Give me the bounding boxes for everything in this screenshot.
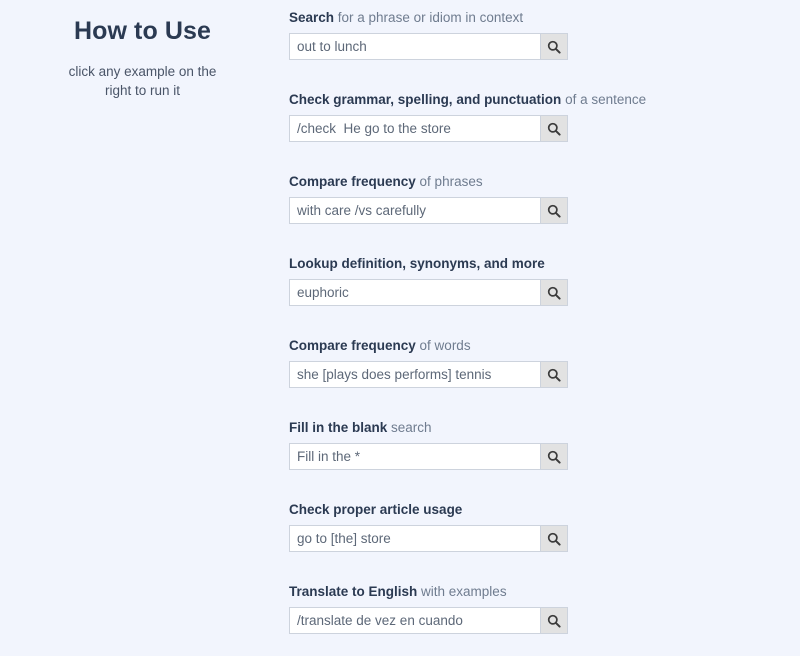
search-input[interactable]	[290, 34, 540, 59]
example-search-box	[289, 525, 568, 552]
search-icon	[547, 450, 561, 464]
example-label: Check grammar, spelling, and punctuation…	[289, 91, 749, 108]
examples-list: Search for a phrase or idiom in context …	[289, 0, 749, 656]
example-label-strong: Translate to English	[289, 584, 418, 599]
search-button[interactable]	[540, 444, 567, 469]
example-label-light: search	[387, 420, 432, 435]
search-input[interactable]	[290, 444, 540, 469]
example-label-strong: Compare frequency	[289, 338, 416, 353]
search-button[interactable]	[540, 198, 567, 223]
how-to-use-page: How to Use click any example on the righ…	[0, 0, 800, 644]
search-button[interactable]	[540, 608, 567, 633]
example-row: Check proper article usage	[289, 492, 749, 574]
search-button[interactable]	[540, 116, 567, 141]
search-input[interactable]	[290, 198, 540, 223]
example-label-light: of words	[415, 338, 471, 353]
search-icon	[547, 40, 561, 54]
example-search-box	[289, 607, 568, 634]
example-label-strong: Search	[289, 10, 335, 25]
example-label: Check proper article usage	[289, 501, 749, 518]
example-row: Compare frequency of words	[289, 328, 749, 410]
example-label-strong: Fill in the blank	[289, 420, 388, 435]
example-label: Lookup definition, synonyms, and more	[289, 255, 749, 272]
search-button[interactable]	[540, 34, 567, 59]
example-search-box	[289, 115, 568, 142]
search-icon	[547, 614, 561, 628]
example-label-strong: Lookup definition, synonyms, and more	[289, 256, 545, 271]
example-label: Fill in the blank search	[289, 419, 749, 436]
example-label: Compare frequency of phrases	[289, 173, 749, 190]
example-search-box	[289, 33, 568, 60]
search-icon	[547, 368, 561, 382]
search-icon	[547, 286, 561, 300]
example-search-box	[289, 279, 568, 306]
example-label: Compare frequency of words	[289, 337, 749, 354]
page-subtitle: click any example on the right to run it	[68, 64, 217, 98]
how-to-use-panel: How to Use click any example on the righ…	[0, 0, 285, 100]
example-label-strong: Check grammar, spelling, and punctuation	[289, 92, 562, 107]
search-icon	[547, 122, 561, 136]
example-row: Search for a phrase or idiom in context	[289, 0, 749, 82]
example-label-light: with examples	[417, 584, 507, 599]
search-input[interactable]	[290, 526, 540, 551]
example-row: Lookup definition, synonyms, and more	[289, 246, 749, 328]
search-button[interactable]	[540, 280, 567, 305]
example-label-light: of phrases	[415, 174, 483, 189]
search-button[interactable]	[540, 362, 567, 387]
search-input[interactable]	[290, 608, 540, 633]
search-icon	[547, 204, 561, 218]
example-row: Compare frequency of phrases	[289, 164, 749, 246]
example-label-strong: Check proper article usage	[289, 502, 463, 517]
example-search-box	[289, 361, 568, 388]
example-label-light: of a sentence	[561, 92, 647, 107]
page-title: How to Use	[73, 17, 212, 45]
example-label-strong: Compare frequency	[289, 174, 416, 189]
search-input[interactable]	[290, 116, 540, 141]
search-icon	[547, 532, 561, 546]
search-input[interactable]	[290, 280, 540, 305]
example-label: Search for a phrase or idiom in context	[289, 9, 749, 26]
example-label-light: for a phrase or idiom in context	[334, 10, 524, 25]
search-button[interactable]	[540, 526, 567, 551]
example-row: Fill in the blank search	[289, 410, 749, 492]
example-label: Translate to English with examples	[289, 583, 749, 600]
example-row: Check grammar, spelling, and punctuation…	[289, 82, 749, 164]
search-input[interactable]	[290, 362, 540, 387]
example-search-box	[289, 197, 568, 224]
example-search-box	[289, 443, 568, 470]
